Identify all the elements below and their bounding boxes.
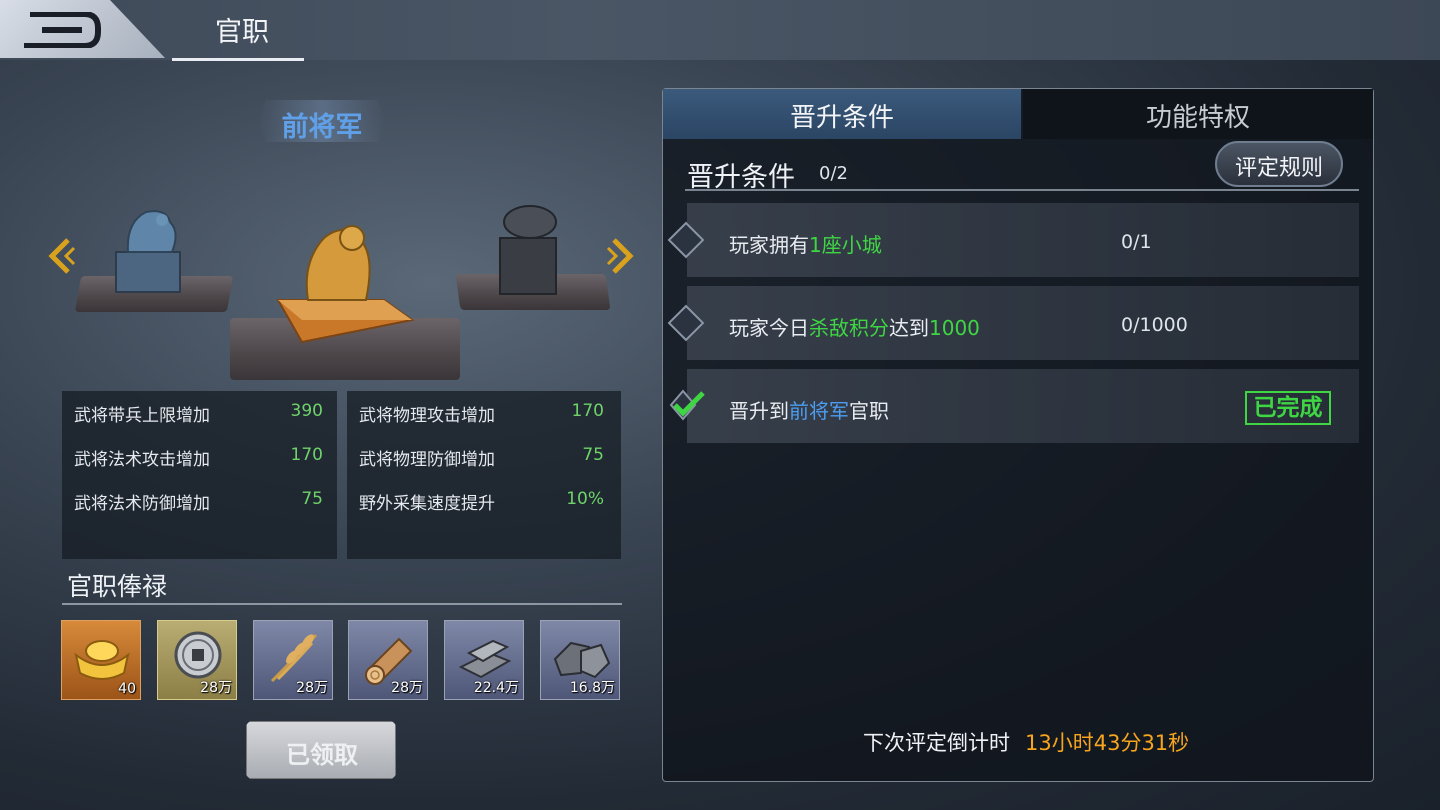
gold-ingot-icon — [74, 640, 130, 680]
completed-badge: 已完成 — [1245, 391, 1331, 425]
stat-row: 武将法术攻击增加 170 — [74, 439, 323, 470]
chevron-left-icon — [48, 238, 76, 274]
blue-seal-icon — [115, 210, 181, 293]
reward-qty: 22.4万 — [473, 680, 519, 696]
reward-iron[interactable]: 22.4万 — [444, 620, 524, 700]
reward-grain[interactable]: 28万 — [253, 620, 333, 700]
black-seal-icon — [499, 205, 557, 295]
tab-privileges[interactable]: 功能特权 — [1023, 89, 1373, 139]
condition-row: 玩家拥有1座小城 0/1 — [667, 203, 1359, 277]
condition-text: 晋升到前将军官职 — [729, 399, 889, 423]
stat-value: 75 — [582, 445, 604, 465]
stats-panel-right: 武将物理攻击增加 170 武将物理防御增加 75 野外采集速度提升 10% — [347, 391, 621, 559]
rank-name: 前将军 — [281, 112, 363, 143]
tab-label: 晋升条件 — [789, 103, 894, 133]
stat-value: 390 — [290, 401, 323, 421]
stat-label: 武将物理攻击增加 — [359, 406, 495, 426]
stat-label: 野外采集速度提升 — [359, 494, 495, 514]
prev-rank-arrow[interactable] — [46, 238, 78, 274]
reward-qty: 16.8万 — [569, 680, 615, 696]
reward-qty: 28万 — [296, 680, 328, 696]
stat-row: 武将带兵上限增加 390 — [74, 395, 323, 426]
reward-qty: 28万 — [200, 680, 232, 696]
stat-row: 武将物理防御增加 75 — [359, 439, 604, 470]
rank-name-plate: 前将军 — [258, 100, 386, 142]
conditions-panel: 晋升条件 功能特权 晋升条件 0/2 评定规则 玩家拥有1座小城 0/1 玩家今… — [662, 88, 1374, 782]
chevron-right-icon — [606, 238, 634, 274]
gold-seal-icon — [276, 225, 415, 344]
rules-button[interactable]: 评定规则 — [1215, 141, 1343, 187]
condition-row: 晋升到前将军官职 已完成 — [669, 369, 1359, 443]
seal-left[interactable] — [74, 210, 234, 316]
title-tab: 官职 — [172, 0, 304, 61]
timer-label: 下次评定倒计时 — [863, 731, 1010, 755]
seal-right[interactable] — [455, 205, 611, 314]
condition-text: 玩家拥有1座小城 — [729, 233, 882, 257]
condition-row: 玩家今日杀敌积分达到1000 0/1000 — [667, 286, 1359, 360]
condition-progress: 0/1000 — [1121, 314, 1188, 336]
reward-gold-ingot[interactable]: 40 — [61, 620, 141, 700]
tab-promotion-conditions[interactable]: 晋升条件 — [663, 89, 1021, 139]
unchecked-diamond-icon — [667, 221, 705, 259]
reward-qty: 40 — [118, 681, 136, 697]
divider — [62, 603, 622, 605]
reward-stone[interactable]: 16.8万 — [540, 620, 620, 700]
salary-title: 官职俸禄 — [67, 572, 168, 601]
unchecked-diamond-icon — [667, 304, 705, 342]
condition-text: 玩家今日杀敌积分达到1000 — [729, 316, 980, 340]
stat-row: 野外采集速度提升 10% — [359, 483, 604, 514]
timer-value: 13小时43分31秒 — [1025, 731, 1190, 755]
seal-center[interactable] — [230, 225, 460, 384]
claim-button[interactable]: 已领取 — [246, 721, 396, 779]
stat-label: 武将带兵上限增加 — [74, 406, 210, 426]
stat-value: 75 — [301, 489, 323, 509]
conditions-count: 0/2 — [819, 163, 848, 184]
back-arrow-icon — [24, 12, 101, 48]
stats-panel-left: 武将带兵上限增加 390 武将法术攻击增加 170 武将法术防御增加 75 — [62, 391, 337, 559]
stat-label: 武将法术防御增加 — [74, 494, 210, 514]
checkmark-icon — [669, 389, 705, 421]
divider — [685, 189, 1359, 191]
next-rank-arrow[interactable] — [604, 238, 636, 274]
stat-value: 10% — [566, 489, 604, 509]
page-title: 官职 — [215, 17, 269, 48]
reward-wood[interactable]: 28万 — [348, 620, 428, 700]
reward-qty: 28万 — [391, 680, 423, 696]
stat-value: 170 — [571, 401, 604, 421]
reward-copper-coin[interactable]: 28万 — [157, 620, 237, 700]
stat-value: 170 — [290, 445, 323, 465]
claim-label: 已领取 — [286, 741, 358, 769]
stat-label: 武将法术攻击增加 — [74, 450, 210, 470]
rules-label: 评定规则 — [1234, 156, 1323, 181]
stat-label: 武将物理防御增加 — [359, 450, 495, 470]
tab-label: 功能特权 — [1145, 103, 1250, 133]
stat-row: 武将物理攻击增加 170 — [359, 395, 604, 426]
condition-progress: 0/1 — [1121, 231, 1152, 253]
stat-row: 武将法术防御增加 75 — [74, 483, 323, 514]
